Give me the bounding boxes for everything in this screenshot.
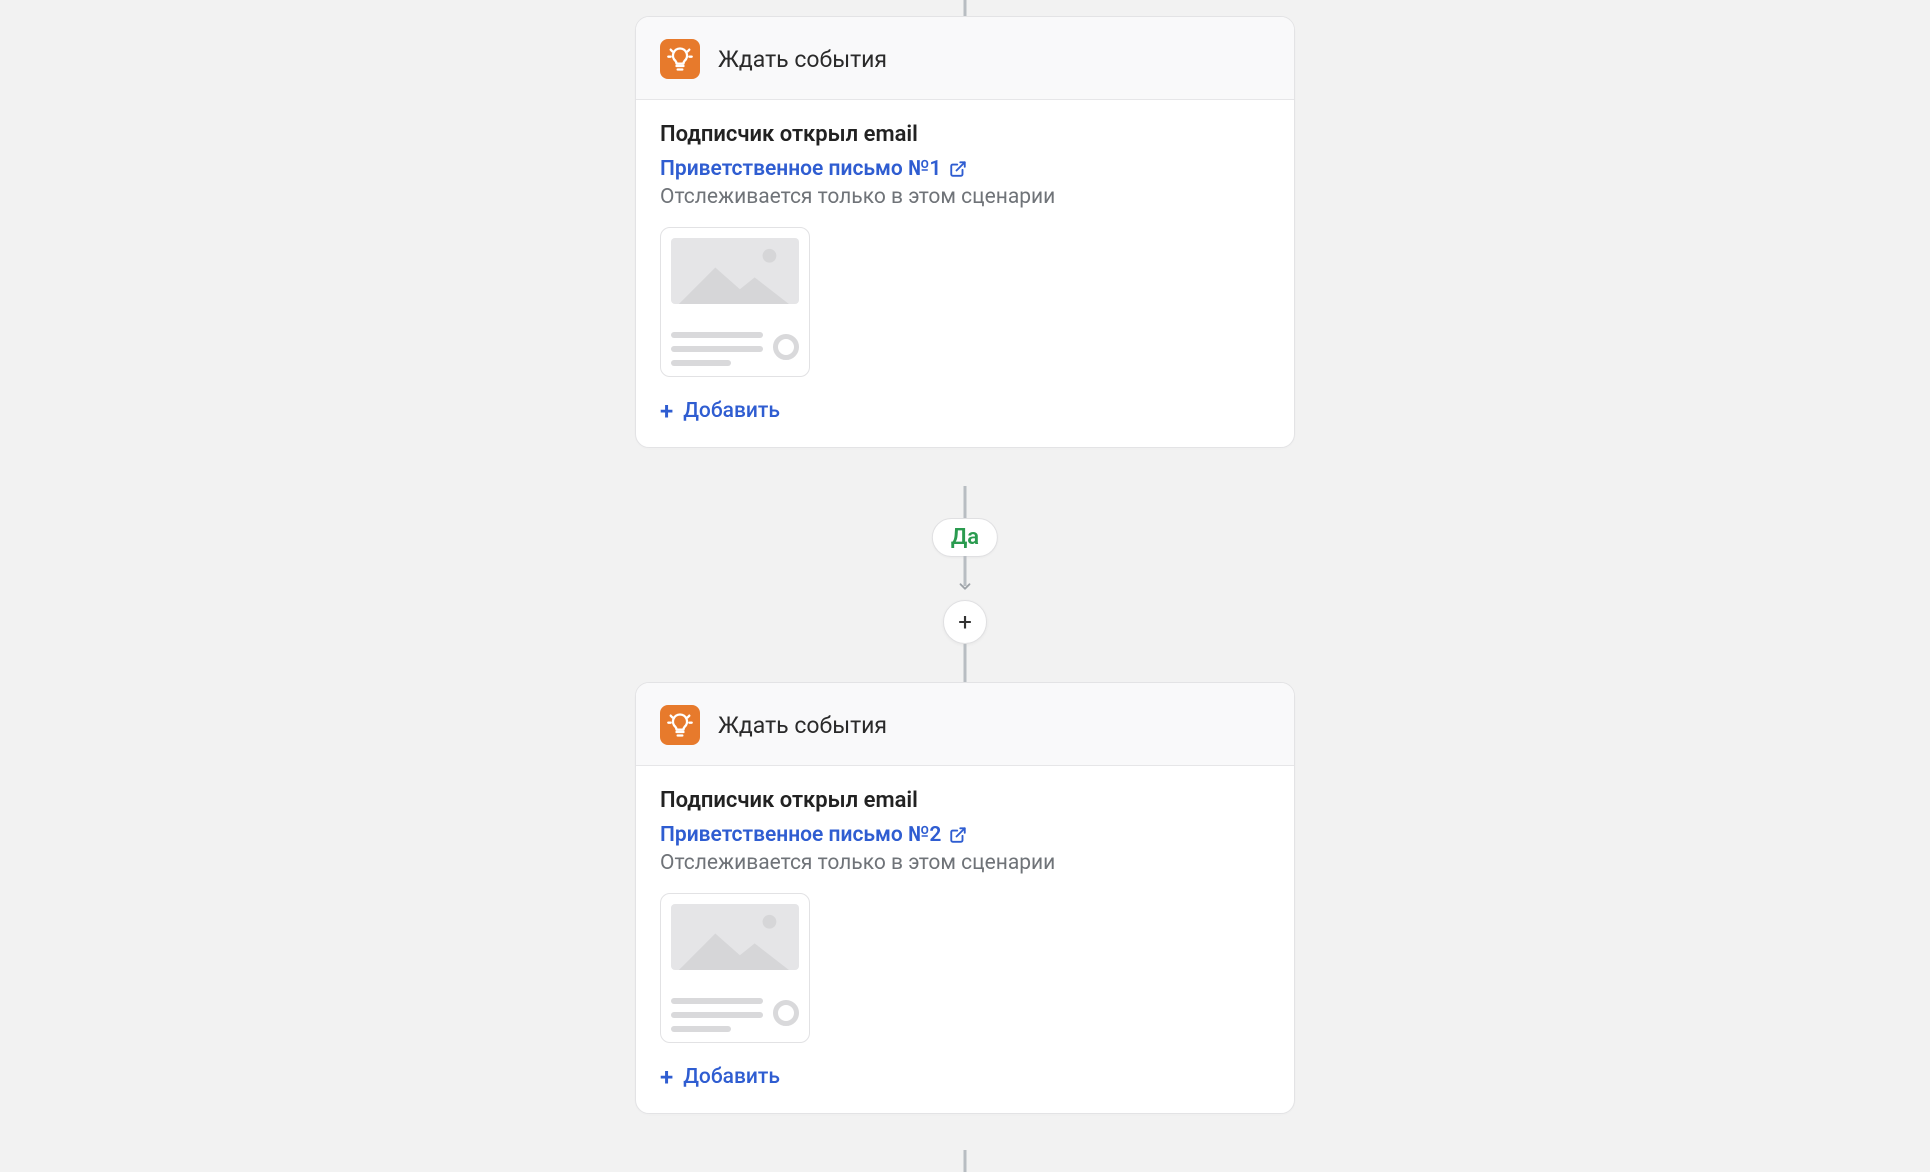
- card-body: Подписчик открыл email Приветственное пи…: [636, 766, 1294, 1113]
- card-body: Подписчик открыл email Приветственное пи…: [636, 100, 1294, 447]
- add-button[interactable]: + Добавить: [660, 399, 780, 423]
- lightbulb-icon: [660, 705, 700, 745]
- email-thumbnail[interactable]: [660, 893, 810, 1043]
- external-link-icon: [949, 826, 967, 844]
- branch-yes-badge: Да: [932, 518, 998, 557]
- plus-icon: +: [660, 1065, 673, 1089]
- email-thumbnail[interactable]: [660, 227, 810, 377]
- lightbulb-icon: [660, 39, 700, 79]
- add-button-label: Добавить: [683, 399, 780, 423]
- card-header: Ждать события: [636, 683, 1294, 766]
- card-header: Ждать события: [636, 17, 1294, 100]
- email-link[interactable]: Приветственное письмо №2: [660, 823, 941, 847]
- tracking-note: Отслеживается только в этом сценарии: [660, 185, 1270, 209]
- email-link[interactable]: Приветственное письмо №1: [660, 157, 941, 181]
- arrow-down-icon: [956, 576, 974, 598]
- plus-icon: +: [660, 399, 673, 423]
- event-title: Подписчик открыл email: [660, 788, 1270, 813]
- connector-line: [964, 1150, 967, 1172]
- wait-event-card[interactable]: Ждать события Подписчик открыл email При…: [635, 16, 1295, 448]
- connector-line: [964, 486, 967, 522]
- wait-event-card[interactable]: Ждать события Подписчик открыл email При…: [635, 682, 1295, 1114]
- event-title: Подписчик открыл email: [660, 122, 1270, 147]
- external-link-icon: [949, 160, 967, 178]
- connector-line: [964, 644, 967, 684]
- card-title: Ждать события: [718, 46, 887, 73]
- add-button-label: Добавить: [683, 1065, 780, 1089]
- add-node-button[interactable]: +: [943, 600, 987, 644]
- tracking-note: Отслеживается только в этом сценарии: [660, 851, 1270, 875]
- card-title: Ждать события: [718, 712, 887, 739]
- add-button[interactable]: + Добавить: [660, 1065, 780, 1089]
